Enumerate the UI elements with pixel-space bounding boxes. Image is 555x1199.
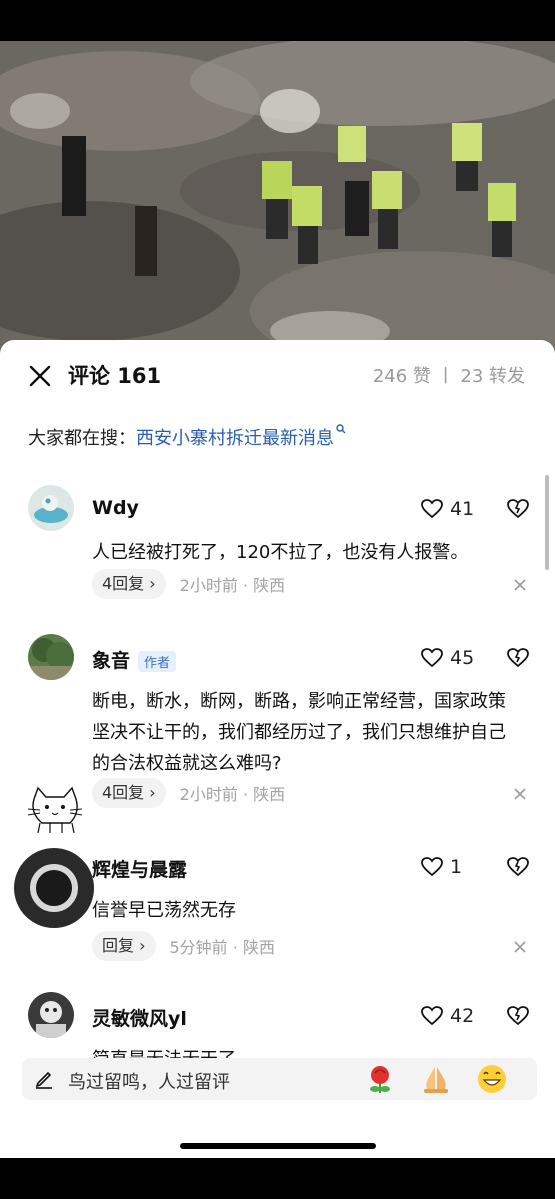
comment-meta: 回复 › 5分钟前 · 陕西	[92, 931, 275, 963]
dismiss-icon[interactable]	[512, 577, 528, 593]
status-bar	[0, 0, 555, 41]
author-badge: 作者	[138, 651, 177, 672]
comment-time-location: 2小时前 · 陕西	[179, 785, 286, 804]
comment-username[interactable]: 象音 作者	[92, 646, 177, 673]
engagement-stats: 246 赞 丨 23 转发	[372, 366, 525, 387]
heart-icon	[421, 648, 443, 668]
video-scene	[0, 41, 555, 361]
trending-search-keyword[interactable]: 西安小寨村拆迁最新消息	[136, 428, 334, 449]
like-count: 42	[450, 1005, 475, 1027]
heart-icon	[421, 857, 443, 877]
avatar[interactable]	[28, 485, 74, 531]
video-frame[interactable]	[0, 41, 555, 361]
trending-search-prefix: 大家都在搜：	[28, 428, 136, 449]
reply-button[interactable]: 回复 ›	[92, 931, 156, 961]
heart-icon	[421, 1006, 443, 1026]
like-count: 1	[450, 856, 463, 878]
search-icon	[336, 424, 346, 434]
comment-username[interactable]: 辉煌与晨露	[92, 855, 187, 882]
home-indicator[interactable]	[180, 1143, 376, 1149]
comment-input-bar[interactable]: 鸟过留鸣，人过留评	[22, 1058, 537, 1100]
comments-header: 评论 161 246 赞 丨 23 转发	[0, 340, 555, 412]
grin-emoji[interactable]	[476, 1063, 508, 1095]
view-replies-button[interactable]: 4回复 ›	[92, 778, 166, 808]
close-icon[interactable]	[28, 364, 52, 388]
comment-username[interactable]: 灵敏微风yl	[92, 1004, 187, 1031]
dismiss-icon[interactable]	[512, 939, 528, 955]
pray-emoji[interactable]	[420, 1063, 452, 1095]
dismiss-icon[interactable]	[512, 786, 528, 802]
comment-input-placeholder[interactable]: 鸟过留鸣，人过留评	[68, 1068, 230, 1094]
comment-text: 信誉早已荡然无存	[92, 900, 236, 921]
ring-icon	[30, 864, 78, 912]
comment-time-location: 5分钟前 · 陕西	[169, 938, 275, 957]
broken-heart-icon[interactable]	[506, 646, 530, 670]
comment-username[interactable]: Wdy	[92, 497, 139, 519]
floating-assistive-button[interactable]	[14, 848, 94, 928]
rose-emoji[interactable]	[364, 1063, 396, 1095]
like-count: 45	[450, 647, 475, 669]
comment-meta: 4回复 › 2小时前 · 陕西	[92, 569, 285, 601]
comments-title: 评论 161	[68, 364, 162, 388]
avatar[interactable]	[28, 992, 74, 1038]
bottom-bar	[0, 1158, 555, 1199]
broken-heart-icon[interactable]	[506, 497, 530, 521]
avatar[interactable]	[28, 634, 74, 680]
trending-search: 大家都在搜：西安小寨村拆迁最新消息	[28, 424, 346, 450]
comment-time-location: 2小时前 · 陕西	[179, 576, 286, 595]
comments-sheet: 评论 161 246 赞 丨 23 转发 大家都在搜：西安小寨村拆迁最新消息 W…	[0, 340, 555, 1158]
view-replies-button[interactable]: 4回复 ›	[92, 569, 166, 599]
broken-heart-icon[interactable]	[506, 1004, 530, 1028]
broken-heart-icon[interactable]	[506, 855, 530, 879]
comment-text: 断电，断水，断网，断路，影响正常经营，国家政策坚决不让干的，我们都经历过了，我们…	[92, 691, 506, 774]
comment-meta: 4回复 › 2小时前 · 陕西	[92, 778, 285, 810]
pen-icon	[35, 1071, 52, 1089]
scrollbar[interactable]	[545, 475, 549, 570]
heart-icon	[421, 499, 443, 519]
like-count: 41	[450, 498, 475, 520]
cat-sticker	[27, 786, 83, 834]
comment-text: 人已经被打死了，120不拉了，也没有人报警。	[92, 542, 469, 563]
